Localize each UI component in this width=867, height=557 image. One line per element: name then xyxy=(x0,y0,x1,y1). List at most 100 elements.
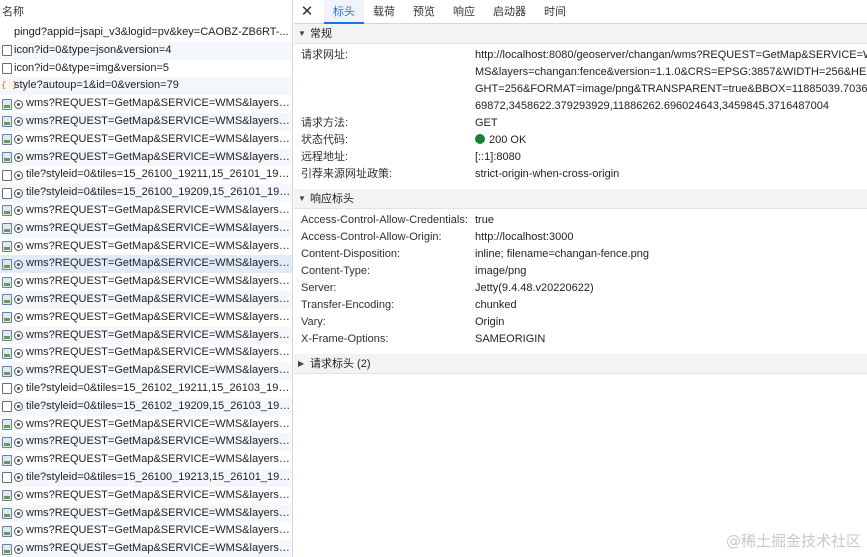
response-headers-section-header[interactable]: ▼ 响应标头 xyxy=(294,189,867,209)
request-headers-section-header[interactable]: ▶ 请求标头 (2) xyxy=(294,354,867,374)
request-row[interactable]: wms?REQUEST=GetMap&SERVICE=WMS&layers=c.… xyxy=(0,290,292,309)
request-row[interactable]: tile?styleid=0&tiles=15_26100_19213,15_2… xyxy=(0,468,292,487)
request-row[interactable]: wms?REQUEST=GetMap&SERVICE=WMS&layers=c.… xyxy=(0,148,292,167)
tab-4[interactable]: 启动器 xyxy=(484,0,535,23)
service-worker-icon xyxy=(14,508,23,518)
request-name: tile?styleid=0&tiles=15_26100_19211,15_2… xyxy=(26,168,292,181)
image-file-icon xyxy=(2,347,12,359)
response-header-value[interactable]: image/png xyxy=(475,263,867,280)
response-header-row: Access-Control-Allow-Credentials: true xyxy=(294,212,867,229)
request-name: wms?REQUEST=GetMap&SERVICE=WMS&layers=c.… xyxy=(26,328,292,341)
general-section-header[interactable]: ▼ 常规 xyxy=(294,24,867,44)
response-header-value[interactable]: Jetty(9.4.48.v20220622) xyxy=(475,280,867,297)
request-name: wms?REQUEST=GetMap&SERVICE=WMS&layers=c.… xyxy=(26,150,292,163)
response-header-value[interactable]: chunked xyxy=(475,297,867,314)
close-icon[interactable]: ✕ xyxy=(300,0,314,23)
request-row[interactable]: wms?REQUEST=GetMap&SERVICE=WMS&layers=c.… xyxy=(0,326,292,345)
request-row[interactable]: wms?REQUEST=GetMap&SERVICE=WMS&layers=c.… xyxy=(0,112,292,131)
request-row[interactable]: wms?REQUEST=GetMap&SERVICE=WMS&layers=c.… xyxy=(0,416,292,434)
document-icon xyxy=(2,383,12,395)
response-header-row: Vary: Origin xyxy=(294,314,867,331)
general-row: 引荐来源网址政策: strict-origin-when-cross-origin xyxy=(294,166,867,183)
general-value[interactable]: http://localhost:8080/geoserver/changan/… xyxy=(475,47,867,115)
image-file-icon xyxy=(2,240,12,252)
general-value[interactable]: [::1]:8080 xyxy=(475,149,867,166)
response-header-key: Access-Control-Allow-Credentials: xyxy=(301,214,468,226)
response-headers-title: 响应标头 xyxy=(310,192,354,205)
service-worker-icon xyxy=(14,491,23,501)
request-name: pingd?appid=jsapi_v3&logid=pv&key=CAOBZ-… xyxy=(14,26,289,38)
request-row[interactable]: wms?REQUEST=GetMap&SERVICE=WMS&layers=c.… xyxy=(0,540,292,557)
name-column-header[interactable]: 名称 xyxy=(0,0,292,24)
service-worker-icon xyxy=(14,277,23,287)
general-section-title: 常规 xyxy=(310,27,332,40)
request-row[interactable]: tile?styleid=0&tiles=15_26102_19209,15_2… xyxy=(0,397,292,416)
request-row[interactable]: wms?REQUEST=GetMap&SERVICE=WMS&layers=c.… xyxy=(0,219,292,238)
general-value[interactable]: GET xyxy=(475,115,867,132)
request-name: wms?REQUEST=GetMap&SERVICE=WMS&layers=c.… xyxy=(26,506,292,519)
request-row[interactable]: wms?REQUEST=GetMap&SERVICE=WMS&layers=c.… xyxy=(0,255,292,274)
service-worker-icon xyxy=(14,259,23,269)
request-row[interactable]: wms?REQUEST=GetMap&SERVICE=WMS&layers=c.… xyxy=(0,238,292,256)
image-file-icon xyxy=(2,329,12,341)
request-row[interactable]: wms?REQUEST=GetMap&SERVICE=WMS&layers=c.… xyxy=(0,273,292,291)
general-row: 请求方法: GET xyxy=(294,115,867,132)
details-tabbar: ✕ 标头 载荷 预览 响应 启动器 时间 xyxy=(294,0,867,24)
request-row[interactable]: icon?id=0&type=img&version=5 xyxy=(0,60,292,78)
general-value[interactable]: 200 OK xyxy=(475,132,867,149)
image-file-icon xyxy=(2,490,12,502)
request-row[interactable]: tile?styleid=0&tiles=15_26100_19209,15_2… xyxy=(0,184,292,202)
request-row[interactable]: wms?REQUEST=GetMap&SERVICE=WMS&layers=c.… xyxy=(0,202,292,220)
response-header-value[interactable]: Origin xyxy=(475,314,867,331)
request-name: wms?REQUEST=GetMap&SERVICE=WMS&layers=c.… xyxy=(26,114,292,127)
request-row[interactable]: wms?REQUEST=GetMap&SERVICE=WMS&layers=c.… xyxy=(0,433,292,452)
request-row[interactable]: tile?styleid=0&tiles=15_26100_19211,15_2… xyxy=(0,166,292,184)
request-row[interactable]: icon?id=0&type=json&version=4 xyxy=(0,41,292,60)
details-panel: ✕ 标头 载荷 预览 响应 启动器 时间 ▼ 常规 请求网址: http://localho… xyxy=(294,0,867,557)
request-row[interactable]: wms?REQUEST=GetMap&SERVICE=WMS&layers=c.… xyxy=(0,95,292,113)
request-name: wms?REQUEST=GetMap&SERVICE=WMS&layers=c.… xyxy=(26,275,292,288)
request-row[interactable]: wms?REQUEST=GetMap&SERVICE=WMS&layers=c.… xyxy=(0,344,292,362)
tab-0[interactable]: 标头 xyxy=(324,0,364,24)
response-header-row: Access-Control-Allow-Origin: http://local… xyxy=(294,229,867,246)
response-header-value[interactable]: true xyxy=(475,212,867,229)
response-header-row: Content-Type: image/png xyxy=(294,263,867,280)
request-name: icon?id=0&type=img&version=5 xyxy=(14,61,170,74)
response-header-value[interactable]: SAMEORIGIN xyxy=(475,331,867,348)
tab-3[interactable]: 响应 xyxy=(444,0,484,23)
request-row[interactable]: tile?styleid=0&tiles=15_26102_19211,15_2… xyxy=(0,380,292,398)
request-row[interactable]: wms?REQUEST=GetMap&SERVICE=WMS&layers=c.… xyxy=(0,451,292,469)
request-name: wms?REQUEST=GetMap&SERVICE=WMS&layers=c.… xyxy=(26,488,292,501)
response-header-value[interactable]: inline; filename=changan-fence.png xyxy=(475,246,867,263)
request-row[interactable]: style?autoup=1&id=0&version=79 xyxy=(0,77,292,96)
tab-5[interactable]: 时间 xyxy=(535,0,575,23)
request-row[interactable]: wms?REQUEST=GetMap&SERVICE=WMS&layers=c.… xyxy=(0,131,292,149)
image-file-icon xyxy=(2,312,12,324)
response-header-row: X-Frame-Options: SAMEORIGIN xyxy=(294,331,867,348)
general-value[interactable]: strict-origin-when-cross-origin xyxy=(475,166,867,183)
request-name: wms?REQUEST=GetMap&SERVICE=WMS&layers=c.… xyxy=(26,346,292,359)
service-worker-icon xyxy=(14,206,23,216)
request-name: wms?REQUEST=GetMap&SERVICE=WMS&layers=c.… xyxy=(26,542,292,555)
response-header-value[interactable]: http://localhost:3000 xyxy=(475,229,867,246)
request-row[interactable]: wms?REQUEST=GetMap&SERVICE=WMS&layers=c.… xyxy=(0,487,292,505)
request-name: icon?id=0&type=json&version=4 xyxy=(14,43,172,56)
image-file-icon xyxy=(2,151,12,163)
request-row[interactable]: wms?REQUEST=GetMap&SERVICE=WMS&layers=c.… xyxy=(0,504,292,523)
tab-2[interactable]: 预览 xyxy=(404,0,444,23)
request-list-panel: 名称 pingd?appid=jsapi_v3&logid=pv&key=CAO… xyxy=(0,0,293,557)
response-headers-section: ▼ 响应标头 Access-Control-Allow-Credentials:… xyxy=(294,189,867,354)
service-worker-icon xyxy=(14,419,23,429)
request-row[interactable]: wms?REQUEST=GetMap&SERVICE=WMS&layers=c.… xyxy=(0,522,292,540)
general-row: 远程地址: [::1]:8080 xyxy=(294,149,867,166)
request-row[interactable]: wms?REQUEST=GetMap&SERVICE=WMS&layers=c.… xyxy=(0,309,292,327)
script-file-icon xyxy=(1,78,17,95)
request-row[interactable]: wms?REQUEST=GetMap&SERVICE=WMS&layers=c.… xyxy=(0,362,292,380)
triangle-right-icon: ▶ xyxy=(298,358,305,368)
triangle-down-icon: ▼ xyxy=(298,193,306,203)
tab-1[interactable]: 载荷 xyxy=(364,0,404,23)
request-name: wms?REQUEST=GetMap&SERVICE=WMS&layers=c.… xyxy=(26,453,292,466)
request-row[interactable]: pingd?appid=jsapi_v3&logid=pv&key=CAOBZ-… xyxy=(0,24,292,42)
service-worker-icon xyxy=(14,188,23,198)
image-file-icon xyxy=(2,525,12,537)
